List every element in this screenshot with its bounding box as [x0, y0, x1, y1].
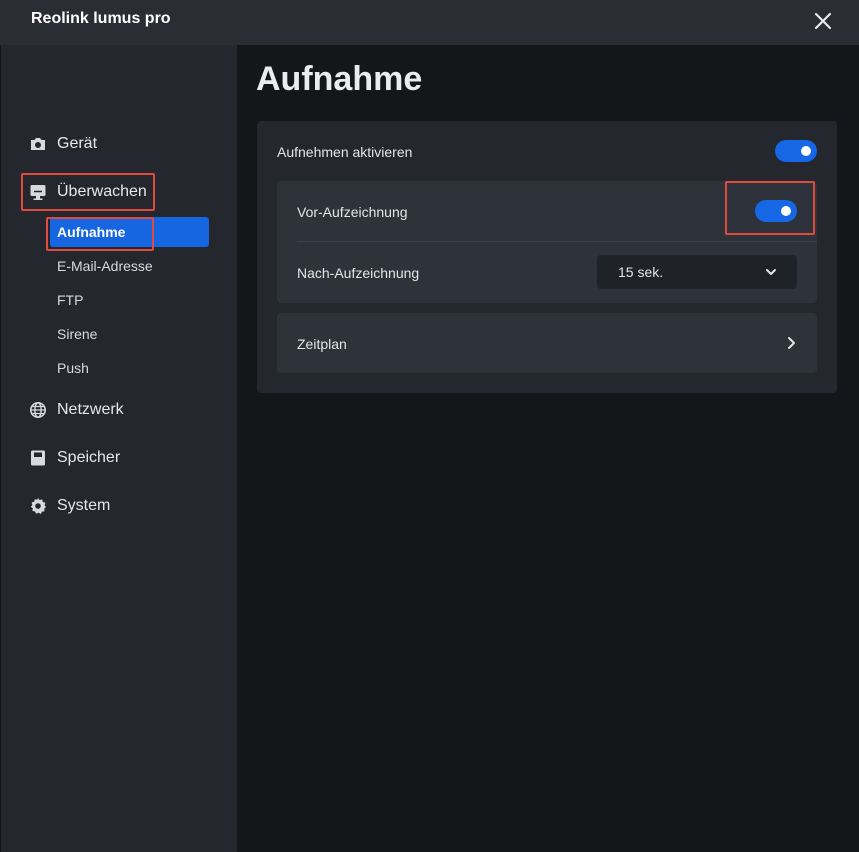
- sidebar-subitem-aufnahme[interactable]: Aufnahme: [57, 224, 125, 240]
- divider: [297, 241, 817, 242]
- sidebar-item-system[interactable]: System: [28, 493, 110, 519]
- app-title: Reolink lumus pro: [31, 10, 171, 27]
- post-recording-value: 15 sek.: [618, 264, 664, 280]
- sidebar-item-label: Gerät: [57, 135, 98, 152]
- post-recording-label: Nach-Aufzeichnung: [297, 265, 420, 281]
- chevron-down-icon: [766, 269, 776, 275]
- toggle-knob: [801, 146, 811, 156]
- sidebar-subitem-push[interactable]: Push: [57, 360, 89, 376]
- sidebar-item-label: Überwachen: [57, 183, 147, 200]
- sidebar-item-label: Netzwerk: [57, 401, 124, 418]
- post-recording-select[interactable]: 15 sek.: [597, 255, 797, 289]
- close-button[interactable]: [810, 8, 836, 34]
- schedule-row[interactable]: [277, 313, 817, 373]
- enable-recording-label: Aufnehmen aktivieren: [277, 144, 413, 160]
- sidebar-item-geraet[interactable]: Gerät: [28, 131, 97, 157]
- enable-recording-toggle[interactable]: [775, 140, 817, 162]
- pre-recording-label: Vor-Aufzeichnung: [297, 204, 408, 220]
- sidebar-subitem-email[interactable]: E-Mail-Adresse: [57, 258, 153, 274]
- close-icon: [814, 12, 832, 30]
- toggle-knob: [781, 206, 791, 216]
- sidebar-subitem-sirene[interactable]: Sirene: [57, 326, 97, 342]
- schedule-label: Zeitplan: [297, 336, 347, 352]
- monitor-icon: [28, 182, 48, 202]
- sidebar-item-label: System: [57, 497, 111, 514]
- globe-icon: [28, 400, 48, 420]
- sd-card-icon: [28, 448, 48, 468]
- sidebar-item-netzwerk[interactable]: Netzwerk: [28, 397, 124, 423]
- sidebar-subitem-ftp[interactable]: FTP: [57, 292, 83, 308]
- title-bar: Reolink lumus pro: [0, 0, 859, 45]
- page-title: Aufnahme: [256, 60, 423, 98]
- sidebar-item-ueberwachen[interactable]: Überwachen: [28, 179, 147, 205]
- chevron-right-icon: [788, 337, 795, 349]
- sidebar-item-speicher[interactable]: Speicher: [28, 445, 120, 471]
- sidebar-item-label: Speicher: [57, 449, 121, 466]
- camera-icon: [28, 134, 48, 154]
- pre-recording-toggle[interactable]: [755, 200, 797, 222]
- gear-icon: [28, 496, 48, 516]
